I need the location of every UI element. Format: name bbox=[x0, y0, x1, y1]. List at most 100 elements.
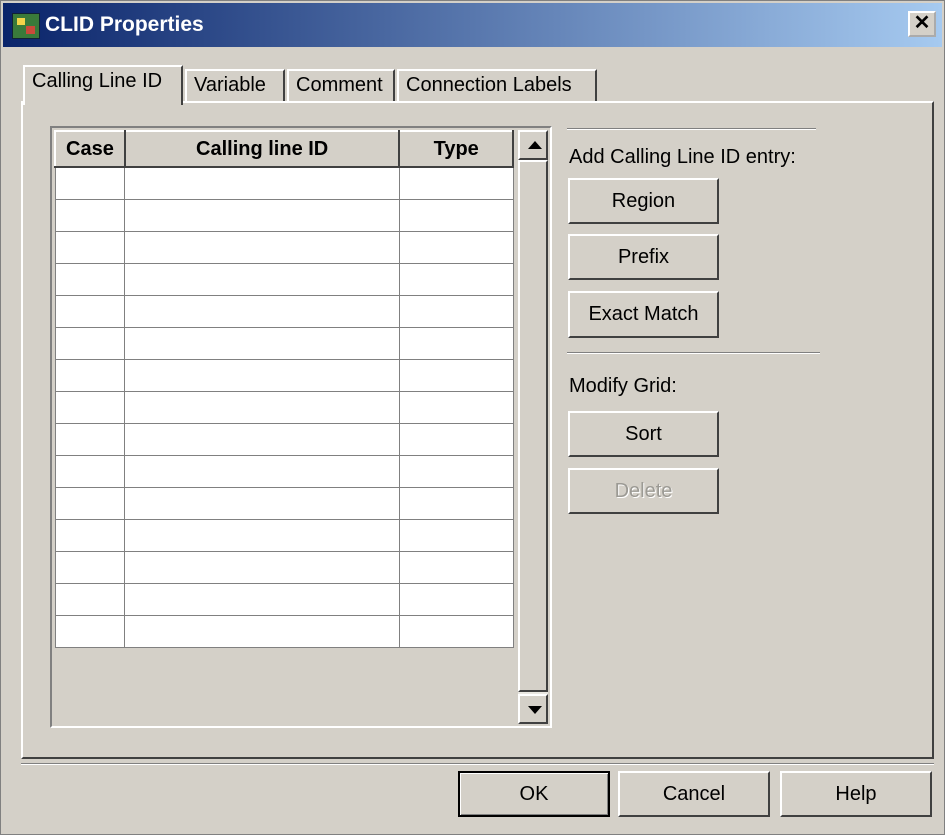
table-row[interactable] bbox=[54, 422, 514, 456]
modify-grid-label: Modify Grid: bbox=[569, 375, 677, 397]
scroll-down-button[interactable] bbox=[518, 694, 548, 724]
grid-cell-type[interactable] bbox=[398, 614, 514, 648]
add-entry-label: Add Calling Line ID entry: bbox=[569, 146, 796, 168]
table-row[interactable] bbox=[54, 294, 514, 328]
grid-cell-type[interactable] bbox=[398, 294, 514, 328]
grid-cell-calling-line-id[interactable] bbox=[124, 454, 400, 488]
grid-cell-type[interactable] bbox=[398, 486, 514, 520]
table-row[interactable] bbox=[54, 550, 514, 584]
scroll-up-button[interactable] bbox=[518, 130, 548, 160]
grid-cell-case[interactable] bbox=[54, 262, 126, 296]
close-button[interactable]: ✕ bbox=[908, 11, 936, 37]
separator-middle bbox=[567, 352, 820, 354]
exact-match-button[interactable]: Exact Match bbox=[568, 291, 719, 338]
grid-cell-case[interactable] bbox=[54, 198, 126, 232]
cancel-button[interactable]: Cancel bbox=[618, 771, 770, 817]
region-button[interactable]: Region bbox=[568, 178, 719, 224]
grid-cell-type[interactable] bbox=[398, 230, 514, 264]
grid-cell-calling-line-id[interactable] bbox=[124, 390, 400, 424]
sort-button[interactable]: Sort bbox=[568, 411, 719, 457]
grid-cell-calling-line-id[interactable] bbox=[124, 262, 400, 296]
grid-cell-case[interactable] bbox=[54, 550, 126, 584]
table-row[interactable] bbox=[54, 390, 514, 424]
grid-cell-type[interactable] bbox=[398, 262, 514, 296]
tab-label: Calling Line ID bbox=[32, 70, 163, 92]
separator-top bbox=[567, 128, 816, 130]
close-icon: ✕ bbox=[913, 12, 931, 34]
grid-cell-calling-line-id[interactable] bbox=[124, 166, 400, 200]
grid-cell-calling-line-id[interactable] bbox=[124, 326, 400, 360]
tab-connection-labels[interactable]: Connection Labels bbox=[397, 69, 597, 101]
grid-cell-calling-line-id[interactable] bbox=[124, 614, 400, 648]
grid-cell-case[interactable] bbox=[54, 486, 126, 520]
table-row[interactable] bbox=[54, 230, 514, 264]
grid-cell-type[interactable] bbox=[398, 454, 514, 488]
ok-button[interactable]: OK bbox=[458, 771, 610, 817]
grid-header-row: Case Calling line ID Type bbox=[54, 130, 514, 168]
grid-cell-type[interactable] bbox=[398, 582, 514, 616]
grid-cell-case[interactable] bbox=[54, 358, 126, 392]
grid-cell-case[interactable] bbox=[54, 166, 126, 200]
table-row[interactable] bbox=[54, 358, 514, 392]
grid-cell-calling-line-id[interactable] bbox=[124, 230, 400, 264]
grid-cell-calling-line-id[interactable] bbox=[124, 358, 400, 392]
window-title: CLID Properties bbox=[45, 13, 204, 36]
grid-cell-case[interactable] bbox=[54, 422, 126, 456]
title-bar[interactable]: CLID Properties ✕ bbox=[3, 3, 942, 47]
grid-cell-case[interactable] bbox=[54, 582, 126, 616]
grid-cell-type[interactable] bbox=[398, 326, 514, 360]
grid-cell-type[interactable] bbox=[398, 550, 514, 584]
table-row[interactable] bbox=[54, 454, 514, 488]
table-row[interactable] bbox=[54, 614, 514, 648]
grid-cell-case[interactable] bbox=[54, 294, 126, 328]
prefix-button[interactable]: Prefix bbox=[568, 234, 719, 280]
grid-cell-case[interactable] bbox=[54, 326, 126, 360]
column-header-case[interactable]: Case bbox=[54, 130, 126, 168]
grid-table: Case Calling line ID Type bbox=[54, 130, 514, 648]
footer-separator bbox=[21, 763, 934, 765]
help-button[interactable]: Help bbox=[780, 771, 932, 817]
grid-cell-calling-line-id[interactable] bbox=[124, 518, 400, 552]
column-header-type[interactable]: Type bbox=[398, 130, 514, 168]
grid-cell-case[interactable] bbox=[54, 230, 126, 264]
scroll-thumb[interactable] bbox=[518, 160, 548, 692]
table-row[interactable] bbox=[54, 582, 514, 616]
calling-line-id-grid: Case Calling line ID Type bbox=[50, 126, 552, 728]
grid-cell-type[interactable] bbox=[398, 422, 514, 456]
table-row[interactable] bbox=[54, 518, 514, 552]
table-row[interactable] bbox=[54, 486, 514, 520]
grid-cell-calling-line-id[interactable] bbox=[124, 550, 400, 584]
table-row[interactable] bbox=[54, 166, 514, 200]
table-row[interactable] bbox=[54, 326, 514, 360]
clid-properties-dialog: CLID Properties ✕ Calling Line ID Variab… bbox=[0, 0, 945, 835]
grid-cell-calling-line-id[interactable] bbox=[124, 422, 400, 456]
grid-cell-type[interactable] bbox=[398, 358, 514, 392]
table-row[interactable] bbox=[54, 198, 514, 232]
tab-calling-line-id[interactable]: Calling Line ID bbox=[23, 65, 183, 105]
grid-cell-case[interactable] bbox=[54, 390, 126, 424]
vertical-scrollbar[interactable] bbox=[518, 130, 548, 724]
tab-variable[interactable]: Variable bbox=[185, 69, 285, 101]
grid-cell-case[interactable] bbox=[54, 518, 126, 552]
grid-cell-case[interactable] bbox=[54, 614, 126, 648]
grid-cell-calling-line-id[interactable] bbox=[124, 582, 400, 616]
tab-label: Comment bbox=[296, 74, 383, 96]
column-header-calling-line-id[interactable]: Calling line ID bbox=[123, 130, 401, 168]
grid-cell-calling-line-id[interactable] bbox=[124, 486, 400, 520]
grid-cell-calling-line-id[interactable] bbox=[124, 198, 400, 232]
grid-cell-case[interactable] bbox=[54, 454, 126, 488]
arrow-down-icon bbox=[528, 706, 542, 714]
grid-cell-type[interactable] bbox=[398, 390, 514, 424]
arrow-up-icon bbox=[528, 141, 542, 149]
tab-label: Variable bbox=[194, 74, 266, 96]
tab-label: Connection Labels bbox=[406, 74, 572, 96]
grid-area: Case Calling line ID Type bbox=[54, 130, 514, 724]
grid-cell-type[interactable] bbox=[398, 518, 514, 552]
grid-body bbox=[54, 166, 514, 648]
table-row[interactable] bbox=[54, 262, 514, 296]
delete-button[interactable]: Delete bbox=[568, 468, 719, 514]
grid-cell-type[interactable] bbox=[398, 166, 514, 200]
grid-cell-calling-line-id[interactable] bbox=[124, 294, 400, 328]
tab-comment[interactable]: Comment bbox=[287, 69, 395, 101]
grid-cell-type[interactable] bbox=[398, 198, 514, 232]
